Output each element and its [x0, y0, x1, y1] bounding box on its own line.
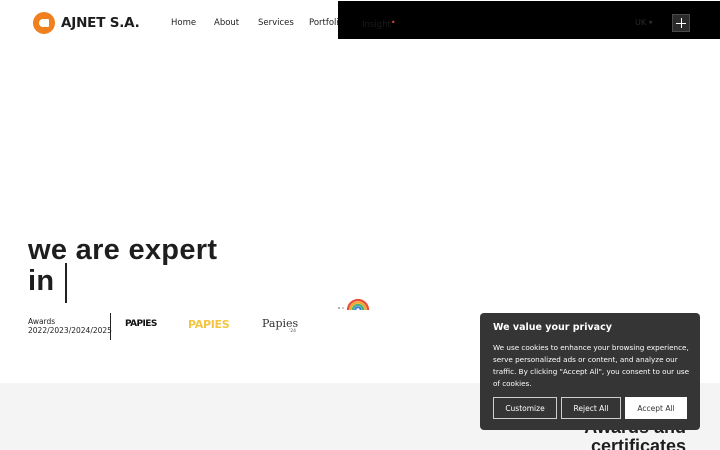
nav-home[interactable]: Home	[171, 18, 196, 28]
cookie-title: We value your privacy	[493, 322, 612, 333]
typing-caret	[65, 263, 67, 303]
hero-heading-line1: we are expert	[28, 234, 218, 266]
cookie-body: We use cookies to enhance your browsing …	[493, 343, 690, 388]
papies-logo-pastel: PAPIES	[188, 318, 230, 331]
cookie-consent-banner: We value your privacy We use cookies to …	[480, 313, 700, 430]
reject-all-button[interactable]: Reject All	[561, 397, 621, 419]
site-header: AJNET S.A. Home About Services Portfolio…	[0, 0, 720, 46]
brand-logo[interactable]: AJNET S.A.	[33, 12, 140, 34]
language-selector[interactable]: UK ▾	[635, 18, 653, 27]
nav-insight[interactable]: Insight•	[362, 18, 396, 30]
hero-heading-line2: in	[28, 265, 55, 297]
awards-years: 2022/2023/2024/2025	[28, 326, 112, 335]
customize-button[interactable]: Customize	[493, 397, 557, 419]
chevron-down-icon: ▾	[648, 18, 653, 27]
rainbow-award-icon	[338, 298, 370, 310]
awards-title-line2: certificates	[590, 436, 686, 450]
awards-divider	[110, 313, 111, 340]
awards-label: Awards	[28, 317, 56, 326]
accept-all-button[interactable]: Accept All	[625, 397, 687, 419]
logo-text: AJNET S.A.	[61, 15, 140, 31]
nav-insight-label: Insight	[362, 20, 391, 30]
language-label: UK	[635, 18, 647, 27]
papies-dark-text: PAPIES	[125, 319, 157, 329]
logo-mark-icon	[33, 12, 55, 34]
insight-marker: •	[390, 18, 396, 27]
papies-logo-year: '24	[289, 329, 296, 334]
nav-services[interactable]: Services	[258, 18, 294, 28]
papies-logo-dark: PAPIES	[125, 319, 157, 329]
papies-pastel-text: PAPIES	[188, 318, 230, 331]
header-overlay-bar: Insight• UK ▾	[338, 1, 720, 39]
nav-about[interactable]: About	[214, 18, 239, 28]
menu-plus-button[interactable]	[672, 14, 690, 32]
